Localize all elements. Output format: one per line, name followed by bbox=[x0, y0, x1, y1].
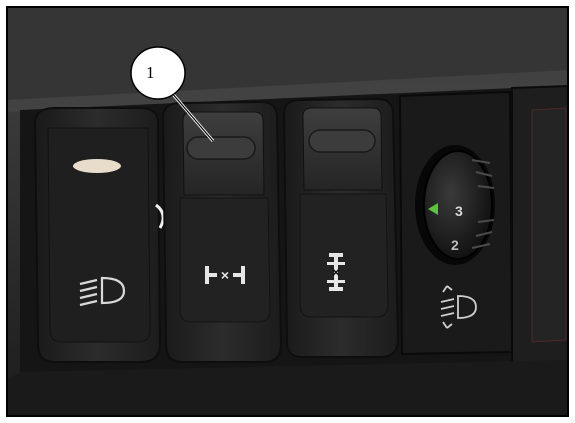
axle-diff-lock-switch: × bbox=[161, 100, 283, 363]
center-diff-lock-switch: × bbox=[282, 97, 400, 358]
photo-canvas: × × 3 2 1 bbox=[0, 0, 575, 423]
headlight-range-dial-module: 3 2 bbox=[398, 90, 514, 356]
headlight-switch bbox=[33, 107, 165, 363]
dial-mark-3: 3 bbox=[455, 203, 463, 219]
indicator-lamp bbox=[73, 159, 121, 173]
svg-text:×: × bbox=[221, 267, 229, 283]
svg-text:×: × bbox=[332, 264, 340, 280]
callout-label: 1 bbox=[146, 63, 155, 82]
dial-mark-2: 2 bbox=[451, 237, 459, 253]
dashboard-switch-panel-photo: × × 3 2 1 bbox=[0, 0, 575, 423]
